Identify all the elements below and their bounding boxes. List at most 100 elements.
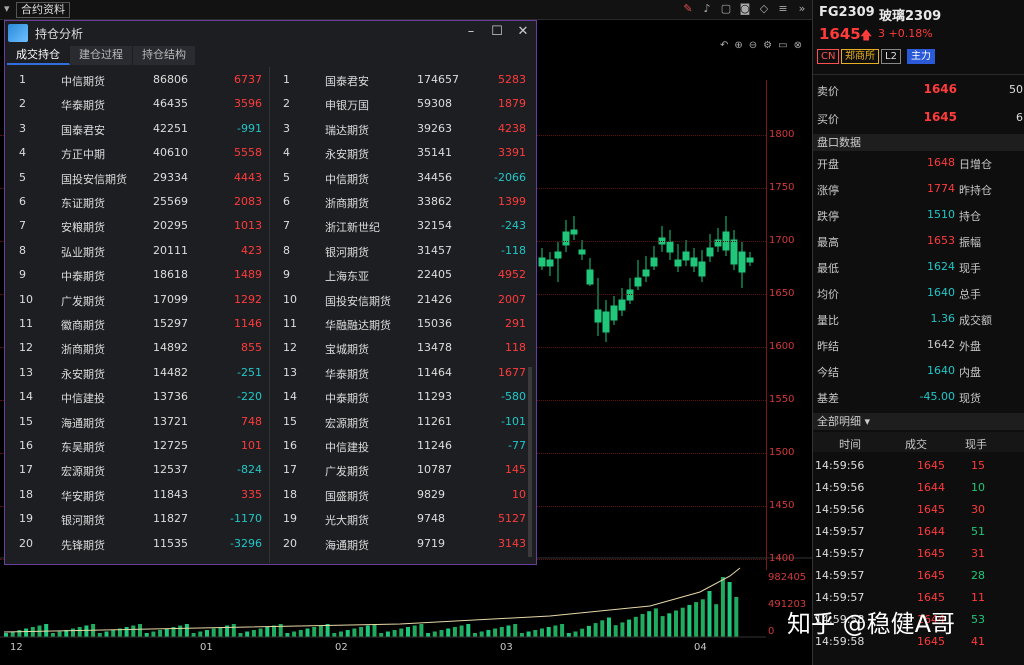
position-analysis-dialog[interactable]: 持仓分析 – ☐ ✕ 成交持仓 建仓过程 持仓结构 1 中信期货 86806 6737… — [4, 20, 537, 565]
volume-bar — [406, 627, 410, 637]
col-volume: 现手 — [965, 438, 987, 451]
rank: 9 — [19, 268, 26, 282]
tag-icon[interactable]: ◇ — [758, 2, 770, 16]
rank: 3 — [19, 121, 26, 135]
position-change: -991 — [237, 121, 262, 135]
bell-icon[interactable]: ♪ — [701, 2, 713, 16]
list-item[interactable]: 1 国泰君安 174657 5283 — [271, 67, 534, 91]
list-item[interactable]: 20 海通期货 9719 3143 — [271, 531, 534, 555]
list-item[interactable]: 19 银河期货 11827 -1170 — [7, 506, 270, 530]
tab-position-structure[interactable]: 持仓结构 — [133, 46, 196, 65]
toolbar-icons: ✎ ♪ ▢ ◙ ◇ ≡ » — [682, 2, 808, 16]
list-item[interactable]: 8 弘业期货 20111 423 — [7, 238, 270, 262]
list-item[interactable]: 4 永安期货 35141 3391 — [271, 140, 534, 164]
volume-bar — [379, 633, 384, 637]
candle-body — [730, 239, 738, 265]
list-item[interactable]: 10 广发期货 17099 1292 — [7, 287, 270, 311]
draw-icon[interactable]: ✎ — [682, 2, 694, 16]
volume-bar — [292, 631, 297, 637]
position-volume: 9719 — [417, 536, 445, 550]
list-item[interactable]: 13 永安期货 14482 -251 — [7, 360, 270, 384]
menu-chevron-icon[interactable]: ▾ — [0, 2, 14, 18]
close-icon[interactable]: ✕ — [515, 24, 531, 40]
contract-info-tab[interactable]: 合约资料 — [16, 2, 70, 18]
list-item[interactable]: 7 安粮期货 20295 1013 — [7, 213, 270, 237]
candle-body — [538, 257, 546, 267]
dropdown-icon[interactable]: ▾ — [865, 415, 871, 428]
position-volume: 9748 — [417, 512, 445, 526]
list-item[interactable]: 16 中信建投 11246 -77 — [271, 433, 534, 457]
list-item[interactable]: 3 国泰君安 42251 -991 — [7, 116, 270, 140]
position-change: 5558 — [234, 146, 262, 160]
rank: 20 — [283, 536, 297, 550]
stat-value: 1.36 — [930, 312, 956, 325]
list-item[interactable]: 17 广发期货 10787 145 — [271, 457, 534, 481]
list-item[interactable]: 12 宝城期货 13478 118 — [271, 335, 534, 359]
collapse-icon[interactable]: » — [796, 2, 808, 16]
broker-name: 国盛期货 — [325, 489, 369, 503]
tick-row: 14:59:56 1645 30 — [813, 499, 1024, 521]
volume-bar — [399, 628, 404, 637]
list-item[interactable]: 9 中泰期货 18618 1489 — [7, 262, 270, 286]
camera-icon[interactable]: ◙ — [739, 2, 751, 16]
list-item[interactable]: 11 徽商期货 15297 1146 — [7, 311, 270, 335]
position-volume: 34456 — [417, 170, 452, 184]
volume-bar — [345, 630, 350, 637]
tab-volume-position[interactable]: 成交持仓 — [7, 46, 70, 65]
list-item[interactable]: 4 方正中期 40610 5558 — [7, 140, 270, 164]
list-item[interactable]: 18 华安期货 11843 335 — [7, 482, 270, 506]
list-item[interactable]: 15 宏源期货 11261 -101 — [271, 409, 534, 433]
list-item[interactable]: 12 浙商期货 14892 855 — [7, 335, 270, 359]
volume-bar — [526, 631, 531, 637]
quote-panel: FG2309 玻璃2309 1645 🡅 3 +0.18% CN 郑商所 L2 … — [812, 0, 1024, 665]
volume-bar — [184, 624, 189, 637]
volume-bar — [432, 631, 437, 637]
volume-bar — [30, 627, 35, 637]
position-change: -2066 — [494, 170, 526, 184]
list-item[interactable]: 14 中信建投 13736 -220 — [7, 384, 270, 408]
list-item[interactable]: 6 浙商期货 33862 1399 — [271, 189, 534, 213]
list-item[interactable]: 5 中信期货 34456 -2066 — [271, 165, 534, 189]
dialog-titlebar[interactable]: 持仓分析 – ☐ ✕ — [5, 21, 536, 45]
lock-icon[interactable]: ▢ — [720, 2, 732, 16]
broker-name: 上海东亚 — [325, 270, 369, 284]
volume-bar — [566, 633, 571, 637]
date-tick: 02 — [335, 642, 348, 653]
list-item[interactable]: 16 东吴期货 12725 101 — [7, 433, 270, 457]
list-item[interactable]: 14 中泰期货 11293 -580 — [271, 384, 534, 408]
list-item[interactable]: 18 国盛期货 9829 10 — [271, 482, 534, 506]
list-item[interactable]: 10 国投安信期货 21426 2007 — [271, 287, 534, 311]
list-item[interactable]: 2 申银万国 59308 1879 — [271, 91, 534, 115]
dialog-scrollbar[interactable] — [528, 367, 532, 557]
maximize-icon[interactable]: ☐ — [489, 24, 505, 40]
list-item[interactable]: 7 浙江新世纪 32154 -243 — [271, 213, 534, 237]
ticks-section[interactable]: 全部明细 ▾ — [813, 413, 1024, 430]
list-item[interactable]: 20 先锋期货 11535 -3296 — [7, 531, 270, 555]
tick-price: 1645 — [917, 459, 945, 472]
list-icon[interactable]: ≡ — [777, 2, 789, 16]
rank: 19 — [19, 512, 33, 526]
broker-name: 弘业期货 — [61, 245, 105, 259]
position-change: -3296 — [230, 536, 262, 550]
minimize-icon[interactable]: – — [463, 24, 479, 40]
volume-bar — [734, 597, 739, 637]
list-item[interactable]: 17 宏源期货 12537 -824 — [7, 457, 270, 481]
position-change: -101 — [501, 414, 526, 428]
list-item[interactable]: 11 华融融达期货 15036 291 — [271, 311, 534, 335]
list-item[interactable]: 6 东证期货 25569 2083 — [7, 189, 270, 213]
list-item[interactable]: 3 瑞达期货 39263 4238 — [271, 116, 534, 140]
list-item[interactable]: 15 海通期货 13721 748 — [7, 409, 270, 433]
list-item[interactable]: 19 光大期货 9748 5127 — [271, 506, 534, 530]
list-item[interactable]: 13 华泰期货 11464 1677 — [271, 360, 534, 384]
list-item[interactable]: 5 国投安信期货 29334 4443 — [7, 165, 270, 189]
list-item[interactable]: 1 中信期货 86806 6737 — [7, 67, 270, 91]
tab-build-process[interactable]: 建仓过程 — [70, 46, 133, 65]
list-item[interactable]: 2 华泰期货 46435 3596 — [7, 91, 270, 115]
position-change: -1170 — [230, 512, 262, 526]
list-item[interactable]: 8 银河期货 31457 -118 — [271, 238, 534, 262]
broker-name: 永安期货 — [61, 367, 105, 381]
candle-body — [674, 259, 682, 267]
volume-bar — [365, 625, 370, 637]
list-item[interactable]: 9 上海东亚 22405 4952 — [271, 262, 534, 286]
broker-name: 方正中期 — [61, 148, 105, 162]
